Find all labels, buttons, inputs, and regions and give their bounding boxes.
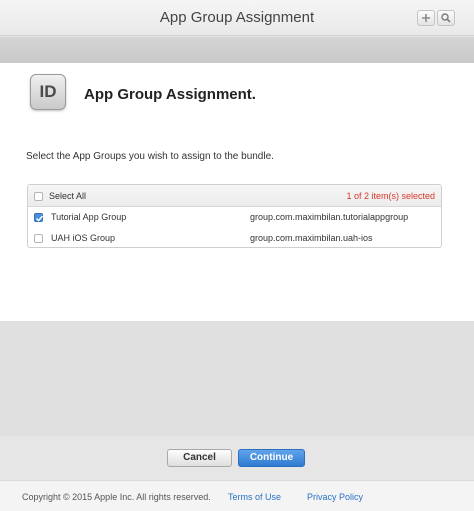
terms-link[interactable]: Terms of Use [228,492,281,502]
cancel-button[interactable]: Cancel [167,449,232,467]
selection-count: 1 of 2 item(s) selected [346,191,435,201]
continue-button[interactable]: Continue [238,449,305,467]
id-icon-text: ID [39,82,57,101]
plus-icon [422,14,430,22]
group-identifier: group.com.maximbilan.uah-ios [250,233,373,243]
id-icon: ID [30,74,66,110]
select-all-checkbox[interactable] [34,192,43,201]
toolbar-band [0,37,474,63]
group-name: Tutorial App Group [51,212,127,222]
table-header: Select All 1 of 2 item(s) selected [28,185,441,207]
checkmark-icon [36,215,44,222]
select-all-label: Select All [49,191,87,201]
window-title: App Group Assignment [159,9,315,26]
title-bar: App Group Assignment [0,0,474,36]
footer: Copyright © 2015 Apple Inc. All rights r… [0,480,474,511]
search-icon [441,13,451,23]
add-button[interactable] [417,10,435,26]
copyright-text: Copyright © 2015 Apple Inc. All rights r… [22,492,211,502]
table-row[interactable]: UAH iOS Group group.com.maximbilan.uah-i… [28,228,441,247]
row-checkbox[interactable] [34,234,43,243]
app-group-table: Select All 1 of 2 item(s) selected Tutor… [27,184,442,248]
group-identifier: group.com.maximbilan.tutorialappgroup [250,212,409,222]
instruction-text: Select the App Groups you wish to assign… [26,151,274,162]
page-title: App Group Assignment. [84,86,256,103]
privacy-link[interactable]: Privacy Policy [307,492,363,502]
table-row[interactable]: Tutorial App Group group.com.maximbilan.… [28,207,441,228]
row-checkbox[interactable] [34,213,44,222]
group-name: UAH iOS Group [51,233,116,243]
search-button[interactable] [437,10,455,26]
lower-area [0,321,474,436]
